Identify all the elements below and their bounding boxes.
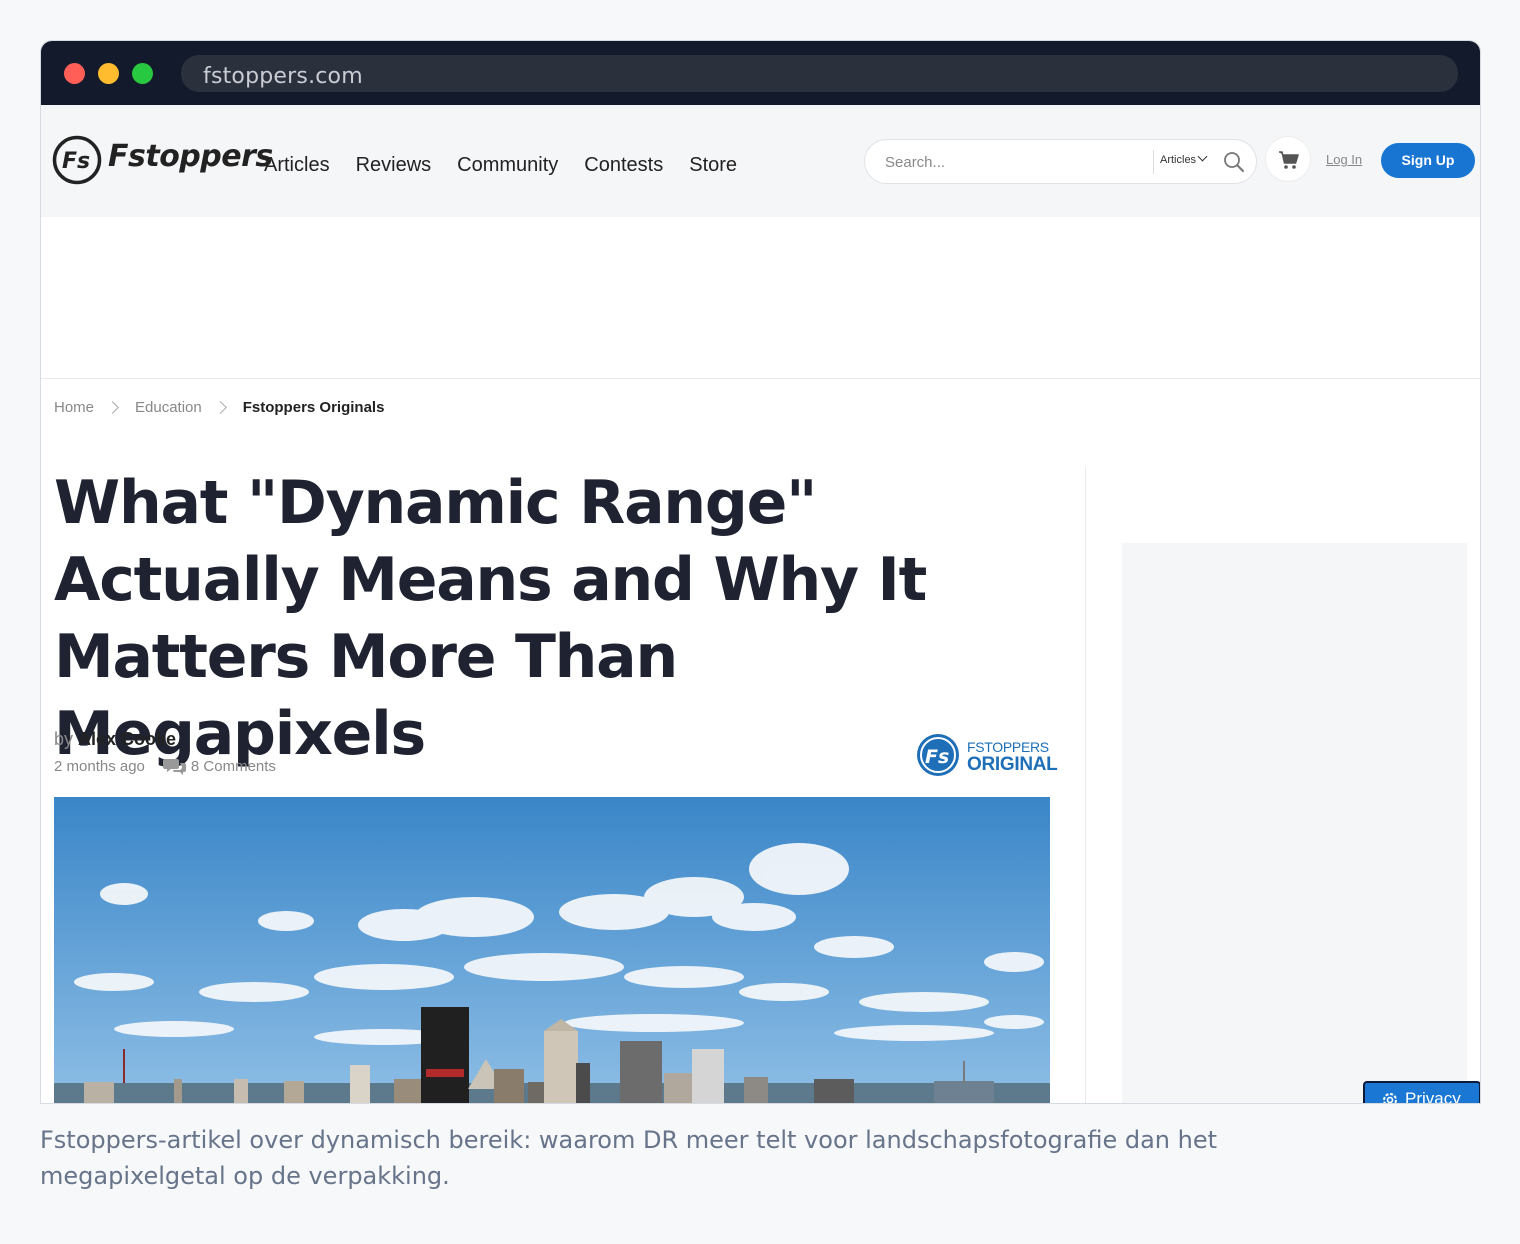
comments-icon bbox=[162, 759, 186, 775]
svg-text:Fs: Fs bbox=[925, 746, 949, 768]
byline-prefix: by bbox=[54, 729, 74, 749]
breadcrumb: Home Education Fstoppers Originals bbox=[54, 399, 384, 416]
comments-count: 8 Comments bbox=[190, 757, 276, 775]
badge-label-top: FSTOPPERS bbox=[967, 739, 1049, 755]
login-link[interactable]: Log In bbox=[1326, 152, 1362, 167]
search-divider bbox=[1153, 150, 1154, 174]
ad-banner-area bbox=[41, 217, 1480, 379]
breadcrumb-education[interactable]: Education bbox=[135, 399, 202, 416]
article-hero-image bbox=[54, 797, 1050, 1103]
address-bar-url: fstoppers.com bbox=[203, 64, 363, 89]
breadcrumb-home[interactable]: Home bbox=[54, 399, 94, 416]
search-icon[interactable] bbox=[1223, 151, 1245, 173]
address-bar[interactable]: fstoppers.com bbox=[181, 55, 1458, 92]
search-box: Articles bbox=[864, 139, 1257, 184]
sidebar-ad-slot bbox=[1122, 543, 1467, 1103]
chevron-down-icon bbox=[1197, 151, 1208, 162]
privacy-settings-button[interactable]: Privacy bbox=[1363, 1081, 1480, 1104]
breadcrumb-fstoppers-originals[interactable]: Fstoppers Originals bbox=[243, 399, 385, 416]
comments-link[interactable]: 8 Comments bbox=[162, 757, 276, 775]
posted-time: 2 months ago bbox=[54, 757, 145, 775]
column-divider bbox=[1085, 467, 1086, 1103]
nav-contests[interactable]: Contests bbox=[584, 154, 663, 177]
gear-icon bbox=[1383, 1093, 1397, 1103]
city-skyline-photo bbox=[54, 797, 1050, 1103]
chevron-right-icon bbox=[106, 401, 119, 414]
site-header: Fs Fstoppers Articles Reviews Community … bbox=[41, 105, 1480, 217]
badge-label-bottom: ORIGINAL bbox=[967, 754, 1058, 775]
main-nav: Articles Reviews Community Contests Stor… bbox=[264, 154, 737, 177]
nav-articles[interactable]: Articles bbox=[264, 154, 330, 177]
nav-store[interactable]: Store bbox=[689, 154, 737, 177]
image-caption: Fstoppers-artikel over dynamisch bereik:… bbox=[40, 1126, 1218, 1190]
search-input[interactable] bbox=[885, 150, 1145, 174]
signup-button[interactable]: Sign Up bbox=[1381, 143, 1475, 178]
cart-icon bbox=[1279, 151, 1299, 169]
article-title: What "Dynamic Range" Actually Means and … bbox=[54, 468, 927, 769]
fstoppers-logo[interactable]: Fs Fstoppers bbox=[52, 135, 273, 187]
nav-community[interactable]: Community bbox=[457, 154, 558, 177]
minimize-window-button[interactable] bbox=[98, 63, 119, 84]
close-window-button[interactable] bbox=[64, 63, 85, 84]
nav-reviews[interactable]: Reviews bbox=[356, 154, 432, 177]
privacy-label: Privacy bbox=[1405, 1089, 1461, 1104]
author-link[interactable]: Alex Cooke bbox=[78, 729, 176, 749]
browser-window: fstoppers.com Fs Fstoppers Articles Revi… bbox=[40, 40, 1481, 1104]
search-filter-label: Articles bbox=[1160, 154, 1197, 166]
svg-text:Fs: Fs bbox=[62, 149, 90, 174]
logo-wordmark: Fstoppers bbox=[108, 139, 273, 174]
maximize-window-button[interactable] bbox=[132, 63, 153, 84]
chevron-right-icon bbox=[213, 401, 227, 414]
fstoppers-original-badge: Fs FSTOPPERS ORIGINAL bbox=[915, 732, 1058, 780]
search-filter-dropdown[interactable]: Articles bbox=[1160, 151, 1208, 166]
browser-titlebar: fstoppers.com bbox=[41, 41, 1480, 105]
page-viewport: Fs Fstoppers Articles Reviews Community … bbox=[41, 105, 1480, 1104]
article-byline: by Alex Cooke bbox=[54, 729, 176, 750]
fstoppers-logo-icon: Fs bbox=[52, 135, 102, 185]
fstoppers-original-logo-icon: Fs bbox=[917, 734, 959, 776]
article-meta: 2 months ago 8 Comments bbox=[54, 757, 276, 775]
cart-button[interactable] bbox=[1265, 136, 1311, 182]
